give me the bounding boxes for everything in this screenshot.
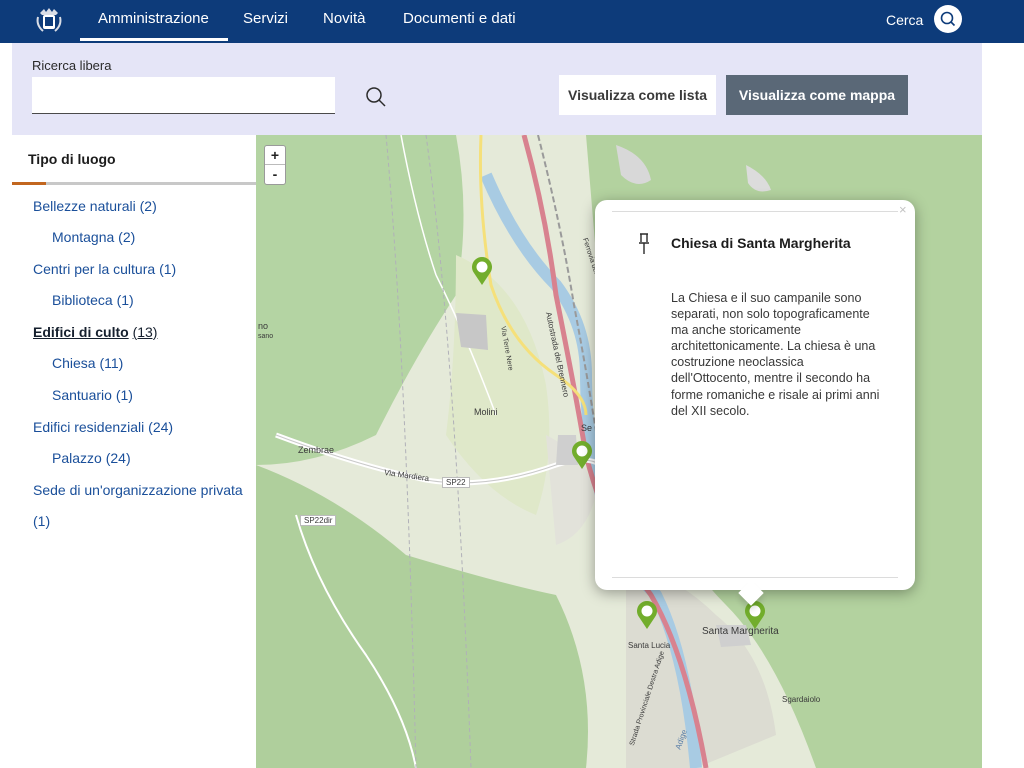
map-label-road-shield: SP22 xyxy=(442,477,470,488)
filter-label: Chiesa xyxy=(52,355,96,371)
map-label-place: Santa Lucia xyxy=(628,641,671,650)
filter-item-montagna[interactable]: Montagna (2) xyxy=(52,229,135,245)
header-search-label[interactable]: Cerca xyxy=(886,12,923,28)
nav-amministrazione[interactable]: Amministrazione xyxy=(98,10,209,27)
zoom-in-button[interactable]: + xyxy=(265,146,285,165)
map-label-place: sano xyxy=(258,333,274,340)
filter-label: Edifici residenziali xyxy=(33,419,145,435)
zoom-control: + - xyxy=(264,145,286,185)
map-label-place: Santa Margherita xyxy=(702,626,779,637)
top-navigation-bar: Amministrazione Servizi Novità Documenti… xyxy=(0,0,1024,43)
place-type-filter-sidebar: Tipo di luogo Bellezze naturali (2) Mont… xyxy=(12,135,256,768)
popup-title[interactable]: Chiesa di Santa Margherita xyxy=(671,233,871,253)
filter-item-edifici-di-culto[interactable]: Edifici di culto (13) xyxy=(33,324,157,340)
filter-count: (24) xyxy=(148,419,174,435)
filter-count: (2) xyxy=(118,229,136,245)
zoom-out-button[interactable]: - xyxy=(265,165,285,184)
filter-item-edifici-residenziali[interactable]: Edifici residenziali (24) xyxy=(33,419,173,435)
filter-count: (24) xyxy=(105,450,131,466)
pushpin-icon xyxy=(639,233,649,254)
filter-item-palazzo[interactable]: Palazzo (24) xyxy=(52,450,131,466)
filter-title: Tipo di luogo xyxy=(28,151,116,167)
map-label-place: Sgardaiolo xyxy=(782,695,821,704)
map-label-place: Se xyxy=(581,423,593,433)
map-label-place: Molini xyxy=(474,407,498,417)
search-icon[interactable] xyxy=(364,85,388,109)
filter-label: Santuario xyxy=(52,387,112,403)
map-label-place: Zembrae xyxy=(298,445,335,455)
filter-item-biblioteca[interactable]: Biblioteca (1) xyxy=(52,292,134,308)
filter-item-santuario[interactable]: Santuario (1) xyxy=(52,387,133,403)
popup-divider xyxy=(612,211,898,212)
filter-count: (1) xyxy=(116,292,134,308)
filter-title-divider xyxy=(12,182,256,185)
nav-documenti-e-dati[interactable]: Documenti e dati xyxy=(403,10,516,27)
popup-description: La Chiesa e il suo campanile sono separa… xyxy=(671,291,880,418)
filter-label: Sede di un'organizzazione privata xyxy=(33,482,243,498)
filter-item-chiesa[interactable]: Chiesa (11) xyxy=(52,355,123,371)
filter-item-centri-per-la-cultura[interactable]: Centri per la cultura (1) xyxy=(33,261,176,277)
map-view[interactable]: + - Molini Zembrae Via Mardiera SP22 SP2… xyxy=(256,135,982,768)
filter-count: (11) xyxy=(99,355,124,371)
filter-label: Palazzo xyxy=(52,450,102,466)
filter-item-sede-organizzazione-privata[interactable]: Sede di un'organizzazione privata xyxy=(33,482,243,498)
map-label-place: no xyxy=(258,321,269,331)
filter-label: Montagna xyxy=(52,229,115,245)
view-as-list-button[interactable]: Visualizza come lista xyxy=(559,75,716,115)
filter-item-sede-organizzazione-privata-count[interactable]: (1) xyxy=(33,513,50,529)
nav-servizi[interactable]: Servizi xyxy=(243,10,288,27)
search-panel: Ricerca libera Visualizza come lista Vis… xyxy=(12,43,982,135)
popup-close-button[interactable]: × xyxy=(899,202,907,217)
search-field-label: Ricerca libera xyxy=(32,58,112,73)
map-marker[interactable] xyxy=(470,256,494,286)
free-search-input[interactable] xyxy=(32,77,335,114)
filter-count: (2) xyxy=(139,198,157,214)
nav-novita[interactable]: Novità xyxy=(323,10,366,27)
header-search-button[interactable] xyxy=(934,5,962,33)
map-marker-selected[interactable] xyxy=(743,600,767,630)
map-marker[interactable] xyxy=(570,440,594,470)
filter-count: (1) xyxy=(33,513,51,529)
filter-label: Centri per la cultura xyxy=(33,261,156,277)
filter-item-bellezze-naturali[interactable]: Bellezze naturali (2) xyxy=(33,198,157,214)
map-marker[interactable] xyxy=(635,600,659,630)
view-as-map-button[interactable]: Visualizza come mappa xyxy=(726,75,908,115)
filter-count: (1) xyxy=(159,261,177,277)
municipality-crest-logo[interactable] xyxy=(34,5,64,35)
filter-title-accent xyxy=(12,182,46,185)
filter-count: (13) xyxy=(132,324,158,340)
filter-label: Edifici di culto xyxy=(33,324,129,340)
filter-label: Bellezze naturali xyxy=(33,198,136,214)
search-icon xyxy=(940,11,956,27)
map-label-road-shield: SP22dir xyxy=(300,515,337,526)
filter-label: Biblioteca xyxy=(52,292,113,308)
nav-active-indicator xyxy=(80,38,228,41)
filter-count: (1) xyxy=(115,387,133,403)
page-right-margin xyxy=(982,43,1024,768)
popup-divider xyxy=(612,577,898,578)
place-popup: × Chiesa di Santa Margherita La Chiesa e… xyxy=(595,200,915,606)
